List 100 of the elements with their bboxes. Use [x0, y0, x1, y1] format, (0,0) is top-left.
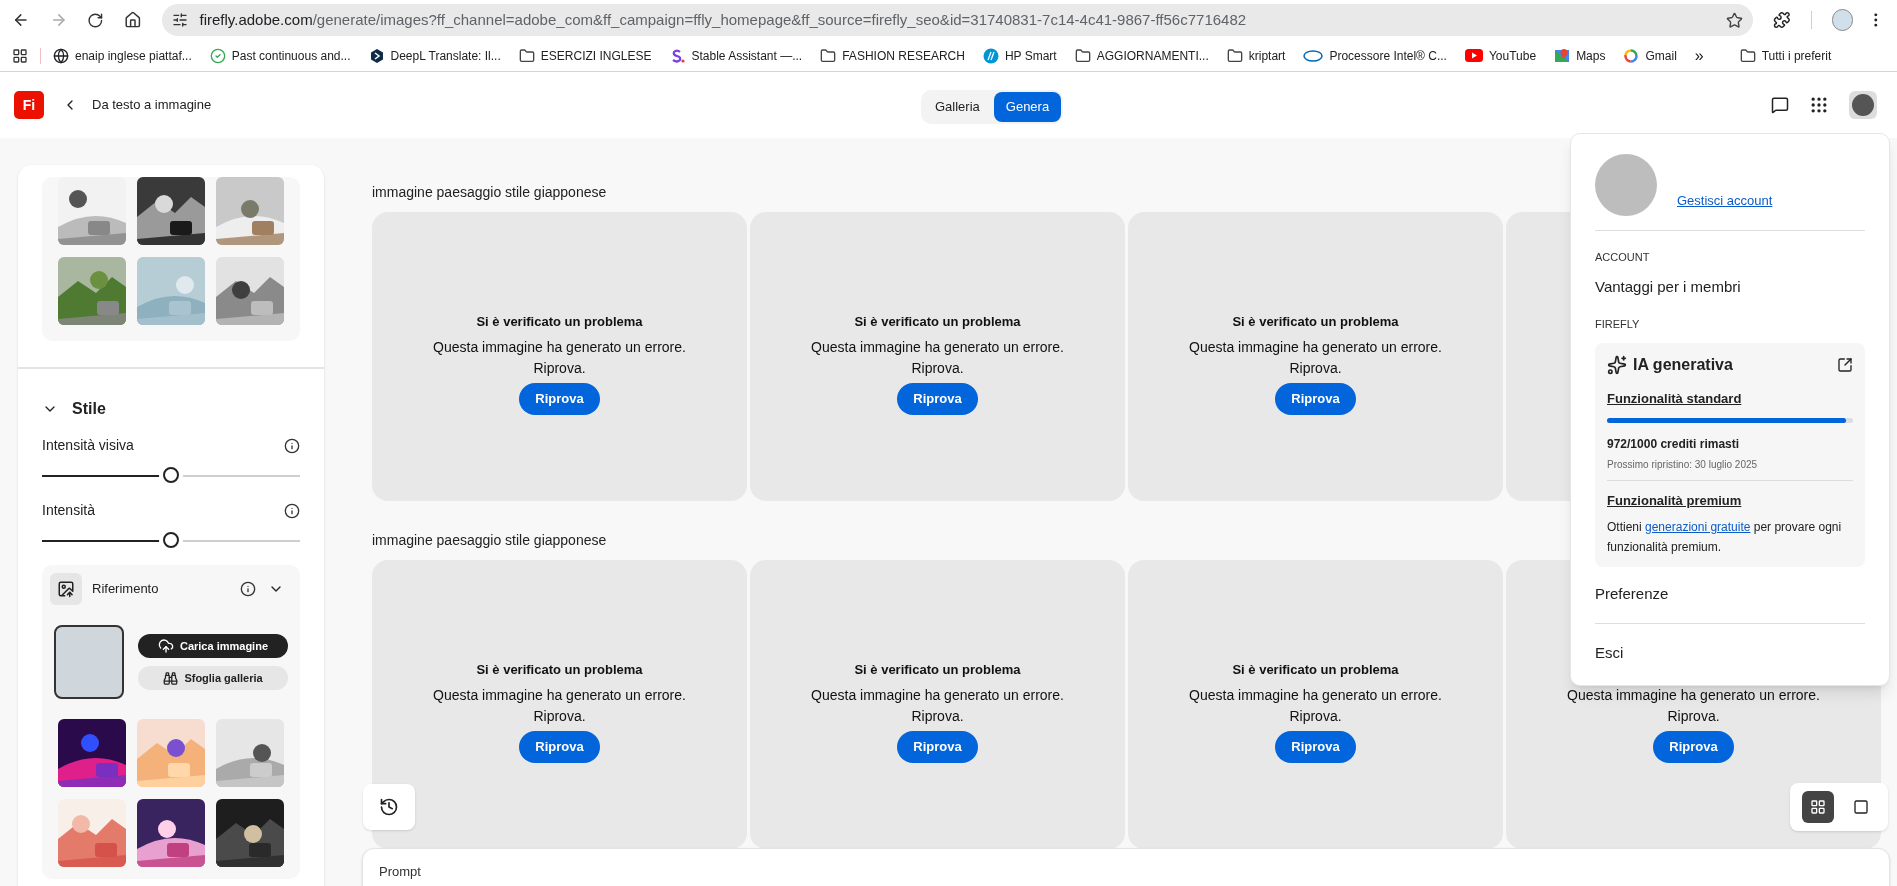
- bookmark[interactable]: HP Smart: [982, 46, 1057, 65]
- reference-image-slot[interactable]: [54, 625, 124, 699]
- error-message: Questa immagine ha generato un errore.: [433, 686, 686, 705]
- url-text: firefly.adobe.com/generate/images?ff_channel=adobe_com&ff_campaign=ffly_homepage&ff_source=firefly_seo&id=31740831-7c14-4c41-9867-ff56c7716482: [199, 9, 1248, 30]
- premium-text: Ottieni generazioni gratuite per provare ogni funzionalità premium.: [1607, 518, 1843, 556]
- info-icon[interactable]: [240, 581, 256, 597]
- prompt-label: Prompt: [379, 864, 421, 879]
- round-logo-icon: [982, 47, 999, 64]
- play-logo-icon: [1464, 49, 1483, 62]
- binoculars-icon: [163, 670, 179, 686]
- hexagon-icon: [368, 47, 385, 64]
- credits-text: 972/1000 crediti rimasti: [1607, 436, 1741, 453]
- bookmark[interactable]: YouTube: [1464, 46, 1537, 65]
- bookmark[interactable]: kriptart: [1226, 46, 1286, 65]
- bookmark[interactable]: ESERCIZI INGLESE: [518, 46, 652, 65]
- address-bar[interactable]: firefly.adobe.com/generate/images?ff_channel=adobe_com&ff_campaign=ffly_homepage&ff_source=firefly_seo&id=31740831-7c14-4c41-9867-ff56c7716482: [161, 4, 1754, 36]
- bookmark[interactable]: DeepL Translate: Il...: [368, 46, 501, 65]
- menu-item[interactable]: Esci: [1595, 642, 1865, 665]
- grid-view-button[interactable]: [1801, 791, 1834, 823]
- menu-item[interactable]: Vantaggi per i membri: [1595, 275, 1865, 298]
- back-icon[interactable]: [12, 11, 30, 29]
- error-hint: Riprova.: [533, 359, 586, 378]
- sparkle-icon: [1607, 354, 1627, 375]
- error-hint: Riprova.: [911, 707, 964, 726]
- extensions-icon[interactable]: [1773, 11, 1791, 29]
- browse-gallery-button[interactable]: Sfoglia galleria: [138, 666, 288, 690]
- tab[interactable]: Galleria: [923, 92, 992, 122]
- bookmark[interactable]: AGGIORNAMENTI...: [1074, 46, 1209, 65]
- error-hint: Riprova.: [1289, 359, 1342, 378]
- section-heading: FIREFLY: [1595, 317, 1641, 332]
- error-title: Si è verificato un problema: [476, 313, 643, 331]
- history-button[interactable]: [363, 784, 415, 830]
- profile-avatar[interactable]: [1831, 9, 1854, 31]
- retry-button[interactable]: Riprova: [519, 731, 600, 763]
- folder-icon: [518, 47, 535, 64]
- upload-cloud-icon: [157, 638, 174, 654]
- history-icon: [379, 797, 399, 817]
- error-message: Questa immagine ha generato un errore.: [1567, 686, 1820, 705]
- error-hint: Riprova.: [911, 359, 964, 378]
- map-pin-icon: [1554, 47, 1571, 64]
- retry-button[interactable]: Riprova: [897, 383, 978, 415]
- reset-date: Prossimo ripristino: 30 luglio 2025: [1607, 458, 1759, 472]
- external-link-icon[interactable]: [1837, 356, 1853, 373]
- slider-thumb[interactable]: [163, 467, 179, 483]
- user-avatar[interactable]: [1849, 91, 1877, 119]
- ring-logo-icon: [1623, 47, 1640, 64]
- feedback-icon[interactable]: [1771, 96, 1789, 114]
- slider-label: Intensità: [42, 501, 95, 520]
- prompt-bar[interactable]: Prompt: [362, 848, 1890, 886]
- bookmark[interactable]: Processore Intel® C...: [1303, 46, 1447, 65]
- site-settings-icon[interactable]: [171, 12, 188, 28]
- star-icon[interactable]: [1726, 11, 1744, 29]
- app-logo[interactable]: Fi: [14, 91, 44, 119]
- manage-account-link[interactable]: Gestisci account: [1677, 190, 1773, 210]
- error-message: Questa immagine ha generato un errore.: [811, 338, 1064, 357]
- error-hint: Riprova.: [1667, 707, 1720, 726]
- page-title: Da testo a immagine: [92, 96, 212, 115]
- retry-button[interactable]: Riprova: [1275, 731, 1356, 763]
- slider[interactable]: [42, 531, 300, 551]
- bookmark[interactable]: Gmail: [1623, 46, 1677, 65]
- tab[interactable]: Genera: [993, 92, 1062, 122]
- premium-features-link[interactable]: Funzionalità premium: [1607, 491, 1853, 511]
- apps-icon[interactable]: [12, 47, 28, 64]
- prompt-heading: immagine paesaggio stile giapponese: [372, 532, 607, 548]
- bookmarks-overflow[interactable]: »: [1694, 43, 1704, 68]
- bookmark[interactable]: Past continuous and...: [209, 46, 351, 65]
- info-icon[interactable]: [284, 437, 300, 454]
- apps-icon[interactable]: [1809, 95, 1829, 115]
- info-icon[interactable]: [284, 502, 300, 519]
- square-icon: [1852, 799, 1869, 815]
- menu-item[interactable]: Preferenze: [1595, 582, 1865, 605]
- folder-icon: [1739, 47, 1756, 64]
- reference-title: Riferimento: [92, 580, 159, 599]
- bookmark[interactable]: enaip inglese piattaf...: [53, 46, 192, 65]
- free-generations-link[interactable]: generazioni gratuite: [1645, 519, 1751, 534]
- bookmark[interactable]: FASHION RESEARCH: [820, 46, 965, 65]
- retry-button[interactable]: Riprova: [519, 383, 600, 415]
- retry-button[interactable]: Riprova: [1275, 383, 1356, 415]
- error-message: Questa immagine ha generato un errore.: [1189, 686, 1442, 705]
- section-title: Stile: [72, 399, 106, 419]
- standard-features-link[interactable]: Funzionalità standard: [1607, 388, 1853, 408]
- folder-icon: [820, 47, 837, 64]
- grid-icon: [1809, 799, 1826, 815]
- home-icon[interactable]: [123, 11, 142, 29]
- folder-icon: [1226, 47, 1243, 64]
- error-title: Si è verificato un problema: [476, 661, 643, 679]
- bookmark[interactable]: Maps: [1554, 46, 1606, 65]
- bookmark[interactable]: Stable Assistant —...: [669, 46, 803, 65]
- card-title: IA generativa: [1633, 354, 1733, 375]
- folder-icon: [1074, 47, 1091, 64]
- upload-image-button[interactable]: Carica immagine: [138, 634, 288, 658]
- error-message: Questa immagine ha generato un errore.: [433, 338, 686, 357]
- retry-button[interactable]: Riprova: [897, 731, 978, 763]
- all-bookmarks-folder[interactable]: Tutti i preferit: [1739, 46, 1832, 65]
- retry-button[interactable]: Riprova: [1653, 731, 1734, 763]
- error-hint: Riprova.: [1289, 707, 1342, 726]
- error-title: Si è verificato un problema: [1232, 661, 1399, 679]
- reload-icon[interactable]: [87, 11, 104, 29]
- slider[interactable]: [42, 466, 300, 486]
- slider-thumb[interactable]: [163, 532, 179, 548]
